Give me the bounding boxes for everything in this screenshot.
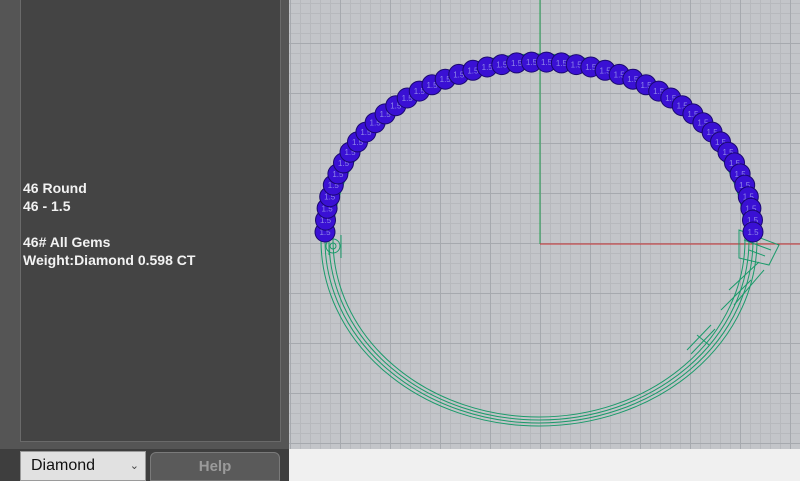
gem-stone: 1.5 (742, 221, 764, 243)
gem-size-label: 1.5 (747, 228, 759, 237)
help-button[interactable]: Help (150, 452, 280, 481)
status-strip (289, 449, 800, 481)
gem-size-label: 1.5 (541, 58, 553, 67)
gem-size-count: 46 - 1.5 (23, 198, 71, 214)
chevron-down-icon: ⌄ (129, 460, 139, 472)
gem-total-count: 46# All Gems (23, 234, 111, 250)
gem-shape-count: 46 Round (23, 180, 87, 196)
3d-viewport[interactable]: 1.5 1.5 1.5 1.5 1.5 1.5 1.5 1.5 1.5 1.5 1.5 1.5 1.5 1… (289, 0, 800, 449)
gem-info-panel: 46 Round 46 - 1.5 46# All Gems Weight:Di… (0, 0, 289, 481)
gem-size-label: 1.5 (526, 58, 538, 67)
gem-info-display: 46 Round 46 - 1.5 46# All Gems Weight:Di… (20, 0, 281, 442)
gem-size-label: 1.5 (511, 59, 523, 68)
gem-weight: Weight:Diamond 0.598 CT (23, 252, 196, 268)
gem-summary: 46 Round 46 - 1.5 46# All Gems Weight:Di… (23, 179, 195, 269)
gem-row: 1.51.51.51.51.51.51.51.51.51.51.51.51.51… (314, 51, 764, 243)
material-select[interactable]: Diamond ⌄ (20, 451, 146, 481)
material-select-value: Diamond (31, 457, 96, 474)
gem-size-label: 1.5 (556, 59, 568, 68)
